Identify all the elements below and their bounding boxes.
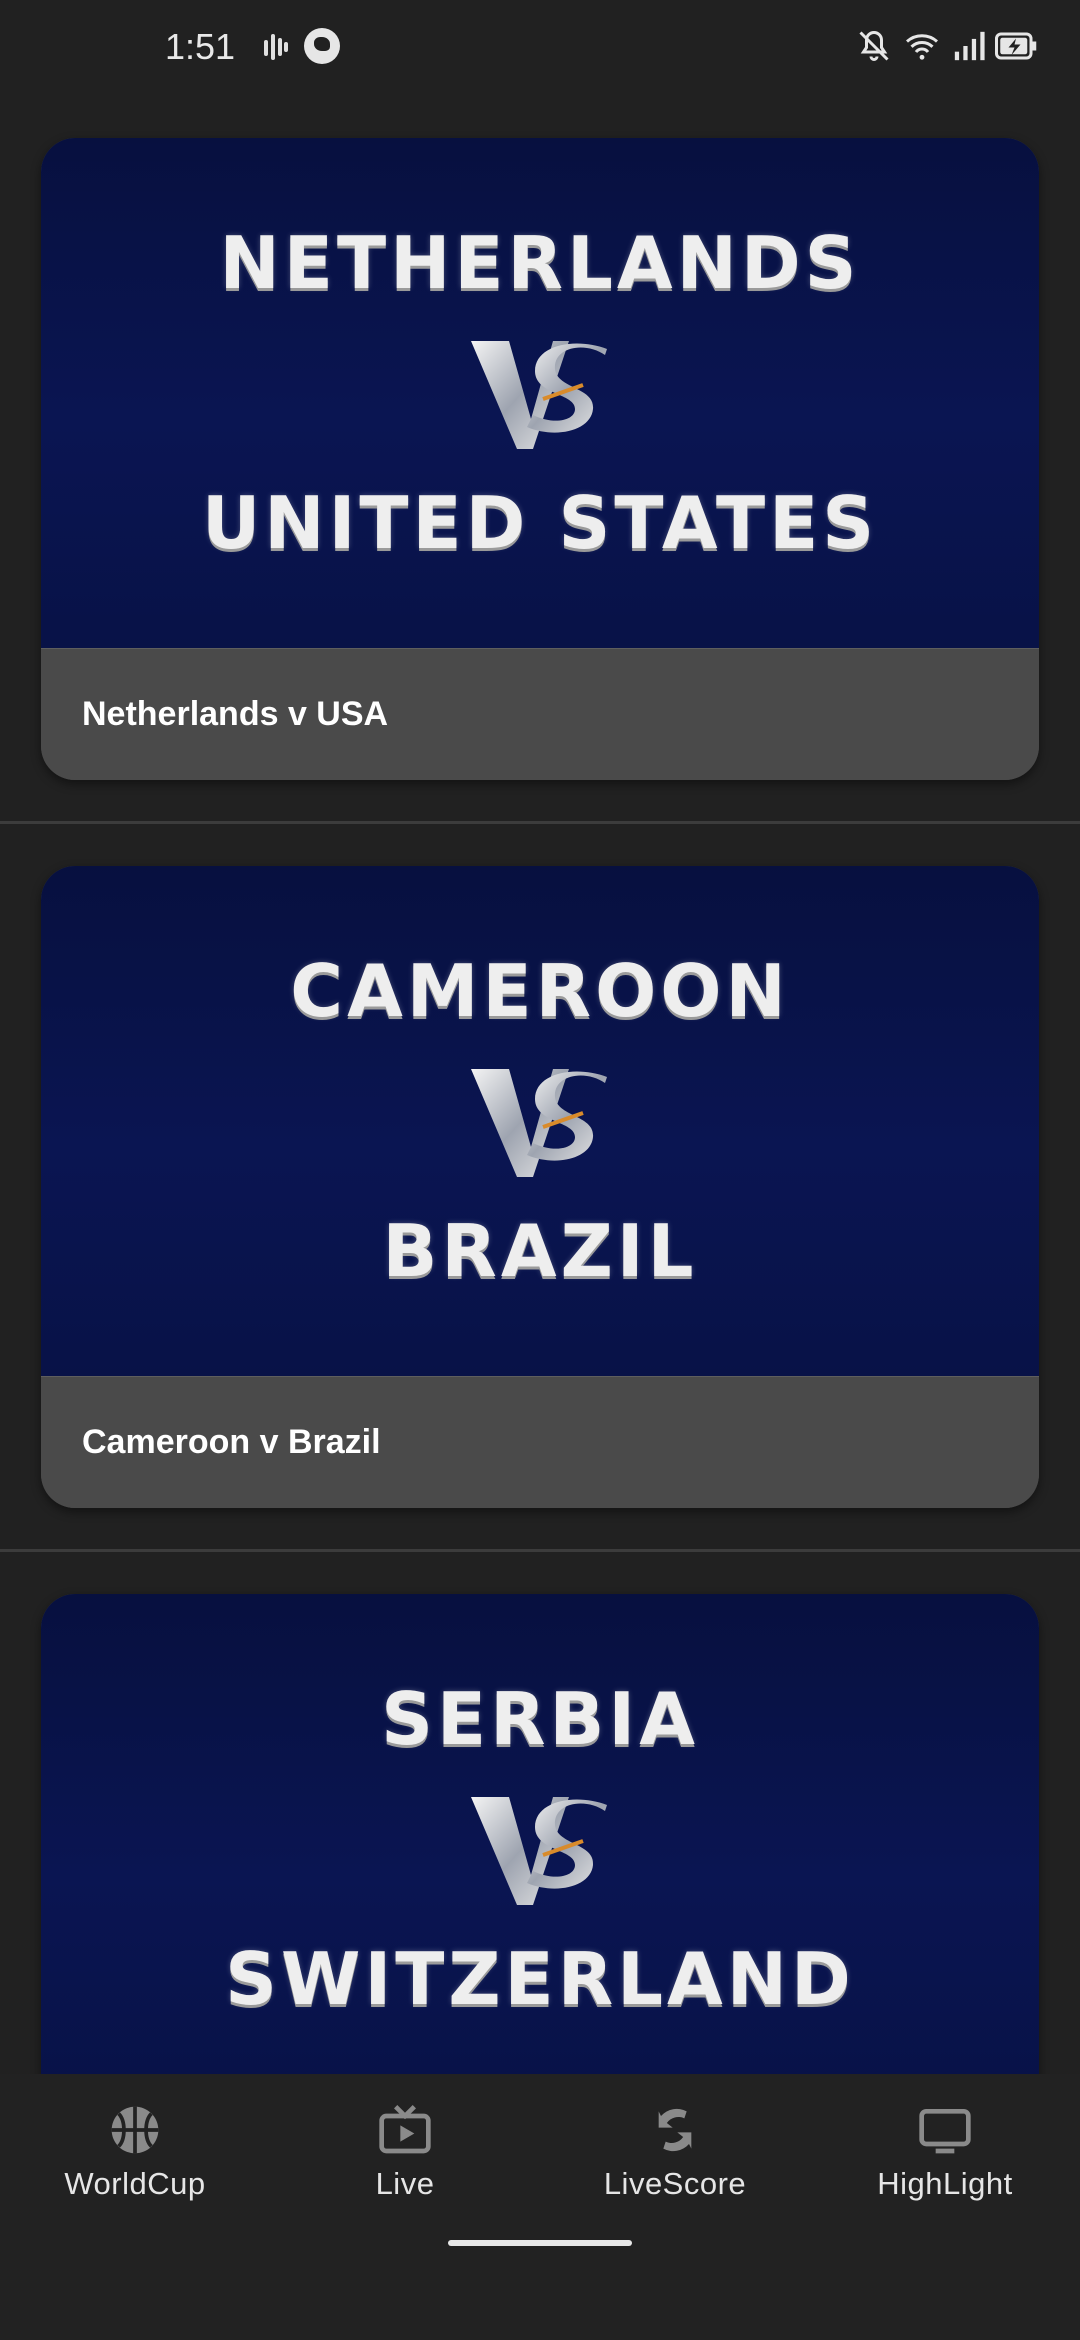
match-label-bar: Netherlands v USA	[41, 648, 1039, 780]
thumbnail-team1: CAMEROON	[290, 949, 790, 1033]
sound-bars-icon	[262, 28, 288, 64]
match-list-item: CAMEROON BRAZIL Cameroon v Brazil	[0, 824, 1080, 1552]
nav-item-live[interactable]: Live	[270, 2102, 540, 2222]
match-list-item: NETHERLANDS UNITED STATES Netherlands v …	[0, 96, 1080, 824]
nav-label: WorldCup	[64, 2166, 206, 2201]
match-title: Cameroon v Brazil	[82, 1423, 381, 1461]
status-bar: 1:51	[0, 0, 1080, 96]
match-thumbnail[interactable]: CAMEROON BRAZIL	[41, 866, 1039, 1376]
home-indicator[interactable]	[448, 2240, 632, 2246]
basketball-icon	[111, 2106, 159, 2154]
nav-label: LiveScore	[603, 2166, 747, 2201]
thumbnail-team1: NETHERLANDS	[219, 221, 861, 305]
match-thumbnail[interactable]: SERBIA SWITZERLAND	[41, 1594, 1039, 2074]
match-feed[interactable]: NETHERLANDS UNITED STATES Netherlands v …	[0, 96, 1080, 2074]
vs-logo	[471, 1069, 607, 1177]
bottom-navigation: WorldCup Live LiveScore HighLight	[0, 2074, 1080, 2340]
vs-logo	[471, 1797, 607, 1905]
wifi-icon	[906, 34, 938, 60]
tv-play-icon	[379, 2105, 431, 2154]
match-list-item: SERBIA SWITZERLAND	[0, 1552, 1080, 2074]
status-time: 1:51	[165, 26, 236, 67]
battery-charging-icon	[995, 32, 1037, 60]
match-label-bar: Cameroon v Brazil	[41, 1376, 1039, 1508]
thumbnail-team2: SWITZERLAND	[225, 1937, 855, 2021]
signal-icon	[954, 31, 985, 61]
mute-icon	[859, 30, 889, 61]
thumbnail-team1: SERBIA	[381, 1677, 699, 1761]
match-thumbnail[interactable]: NETHERLANDS UNITED STATES	[41, 138, 1039, 648]
app-notification-icon	[304, 28, 340, 64]
nav-label: HighLight	[877, 2166, 1013, 2201]
nav-item-livescore[interactable]: LiveScore	[540, 2102, 810, 2222]
monitor-icon	[919, 2109, 971, 2154]
refresh-icon	[658, 2108, 692, 2152]
match-card[interactable]: NETHERLANDS UNITED STATES Netherlands v …	[41, 138, 1039, 780]
nav-item-highlight[interactable]: HighLight	[810, 2102, 1080, 2222]
match-card[interactable]: SERBIA SWITZERLAND	[41, 1594, 1039, 2074]
nav-item-worldcup[interactable]: WorldCup	[0, 2102, 270, 2222]
app-screen: 1:51 NETHERLANDS UNITED STATES Netherlan…	[0, 0, 1080, 2340]
match-title: Netherlands v USA	[82, 695, 389, 733]
vs-logo	[471, 341, 607, 449]
thumbnail-team2: UNITED STATES	[201, 481, 879, 565]
match-card[interactable]: CAMEROON BRAZIL Cameroon v Brazil	[41, 866, 1039, 1508]
thumbnail-team2: BRAZIL	[382, 1209, 698, 1293]
nav-label: Live	[375, 2166, 435, 2201]
